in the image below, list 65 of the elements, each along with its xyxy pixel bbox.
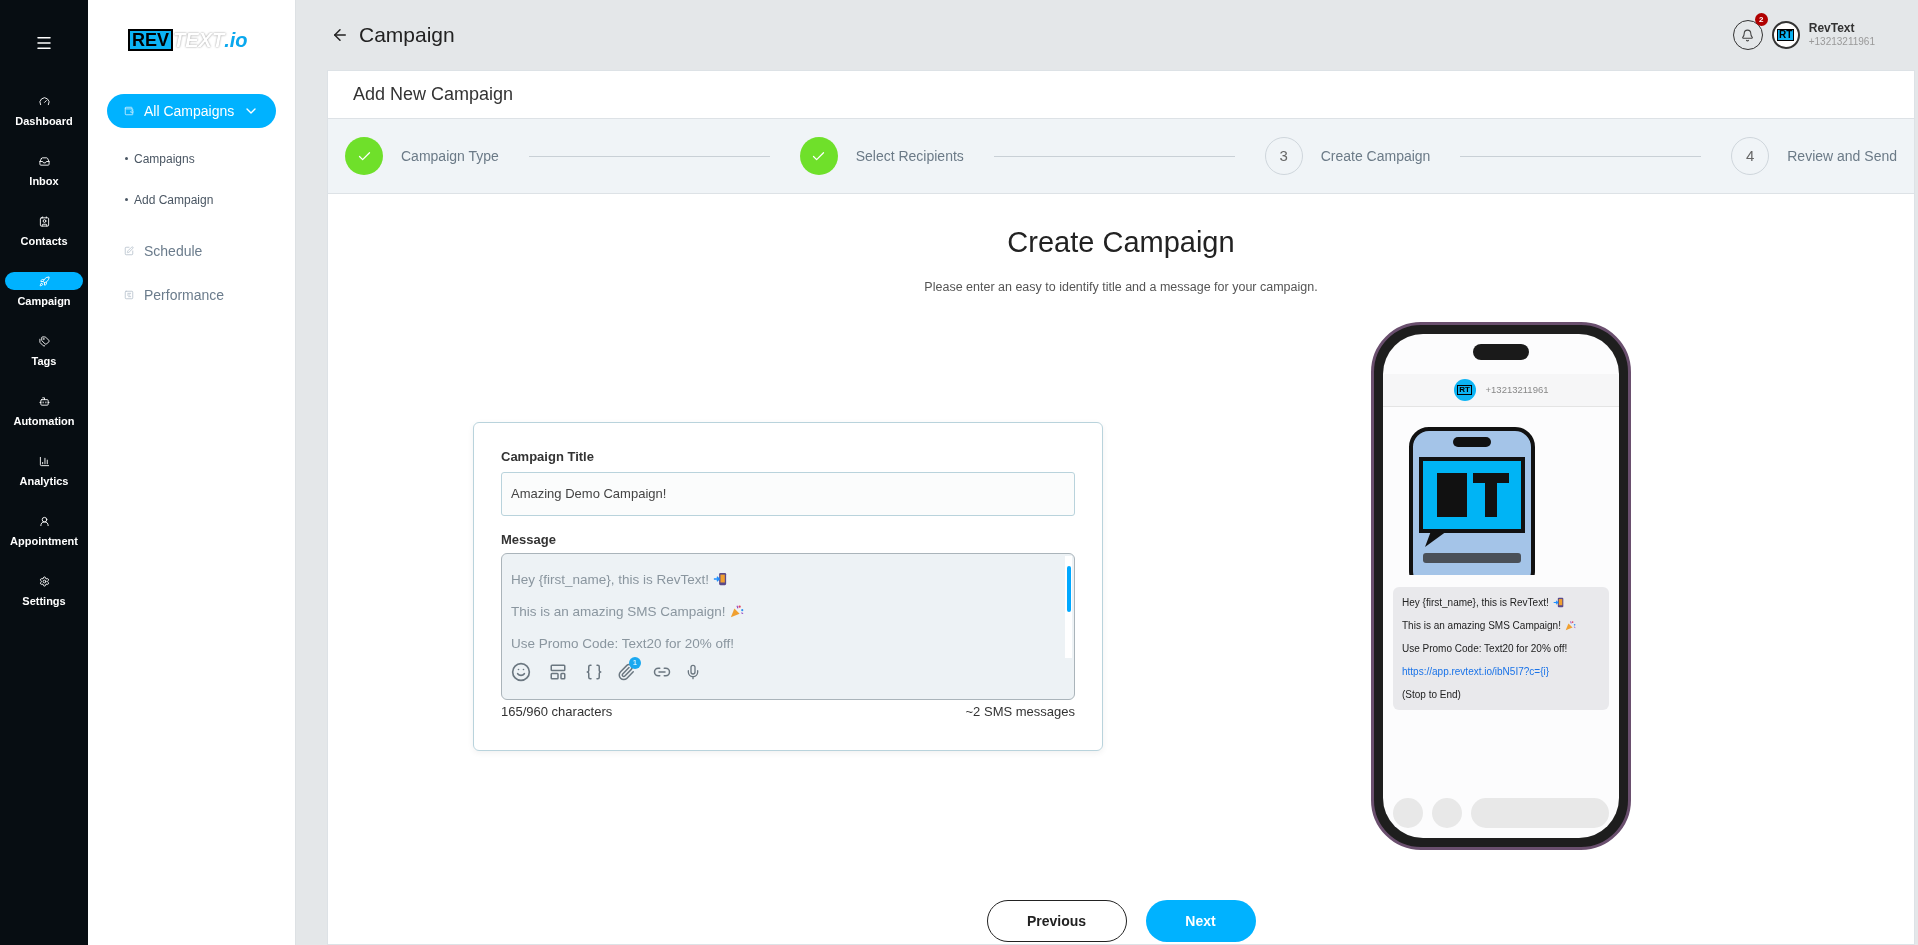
step-label: Review and Send: [1787, 146, 1897, 166]
character-count: 165/960 characters: [501, 703, 613, 721]
message-line: Use Promo Code: Text20 for 20% off!: [511, 635, 736, 652]
phone-arrow-icon: [713, 572, 728, 586]
sidebar-item[interactable]: Performance: [107, 278, 276, 312]
rail-item[interactable]: Contacts: [3, 208, 85, 268]
emoji-icon[interactable]: [511, 662, 531, 682]
step-label: Campaign Type: [401, 146, 499, 166]
message-link[interactable]: https://app.revtext.io/ibN5I7?c={i}: [1402, 665, 1600, 679]
edit-icon: [124, 246, 134, 256]
sms-count: ~2 SMS messages: [965, 703, 1075, 721]
party-popper-icon: [729, 604, 744, 618]
user-phone: +13213211961: [1808, 36, 1875, 49]
message-line: Hey {first_name}, this is RevText!: [511, 571, 1074, 588]
sidebar-subitem[interactable]: Add Campaign: [125, 179, 295, 220]
message-text: (Stop to End): [1402, 688, 1462, 702]
section-heading: Create Campaign: [1006, 225, 1236, 260]
avatar: RT: [1771, 21, 1800, 49]
template-icon[interactable]: [549, 663, 567, 681]
rail-item[interactable]: Appointment: [3, 508, 85, 568]
rail-item[interactable]: Inbox: [3, 148, 85, 208]
wallet-icon: [124, 106, 134, 116]
panel-title: Add New Campaign: [353, 83, 514, 106]
field-label: Campaign Title: [501, 448, 595, 466]
gauge-icon: [38, 95, 50, 107]
sidebar-subitem[interactable]: Campaigns: [125, 138, 295, 179]
robot-icon: [38, 395, 50, 407]
dynamic-island: [1473, 344, 1529, 361]
settings-icon: [38, 575, 50, 587]
rocket-icon: [38, 275, 50, 287]
user-icon: [38, 515, 50, 527]
tags-icon: [38, 335, 50, 347]
page-title: Campaign: [359, 22, 455, 49]
attachment-count: 1: [629, 657, 641, 669]
previous-button[interactable]: Previous: [986, 900, 1127, 943]
step-label: Select Recipients: [855, 146, 964, 166]
message-text: Use Promo Code: Text20 for 20% off!: [1402, 642, 1569, 656]
bar-chart-icon: [38, 455, 50, 467]
title-input[interactable]: Amazing Demo Campaign!: [501, 471, 1075, 516]
inbox-icon: [38, 155, 50, 167]
step-label: Create Campaign: [1320, 146, 1431, 166]
paperclip-icon[interactable]: [617, 663, 635, 681]
party-popper-icon: [1564, 620, 1576, 632]
avatar: RT: [1453, 379, 1476, 402]
contact-icon: [38, 215, 50, 227]
microphone-icon[interactable]: [685, 664, 701, 680]
rail-item[interactable]: Analytics: [3, 448, 85, 508]
section-subtitle: Please enter an easy to identify title and a message for your campaign.: [923, 278, 1319, 296]
notification-count: 2: [1754, 13, 1768, 26]
user-name: RevText: [1808, 21, 1856, 37]
sidebar-item[interactable]: Schedule: [107, 234, 276, 268]
braces-icon[interactable]: [585, 663, 603, 681]
contact-phone: +13213211961: [1485, 383, 1549, 398]
field-label: Message: [501, 530, 557, 549]
menu-icon[interactable]: [35, 34, 53, 52]
rail-item[interactable]: Settings: [3, 568, 85, 628]
phone-arrow-icon: [1552, 597, 1564, 609]
bell-icon: [1741, 28, 1755, 42]
message-text: Hey {first_name}, this is RevText!: [1402, 596, 1600, 610]
message-line: This is an amazing SMS Campaign!: [511, 603, 1074, 620]
rail-item[interactable]: Tags: [3, 328, 85, 388]
rail-item[interactable]: Campaign: [3, 268, 85, 328]
rail-item[interactable]: Dashboard: [3, 88, 85, 148]
message-text: This is an amazing SMS Campaign!: [1402, 619, 1600, 633]
rail-item[interactable]: Automation: [3, 388, 85, 448]
